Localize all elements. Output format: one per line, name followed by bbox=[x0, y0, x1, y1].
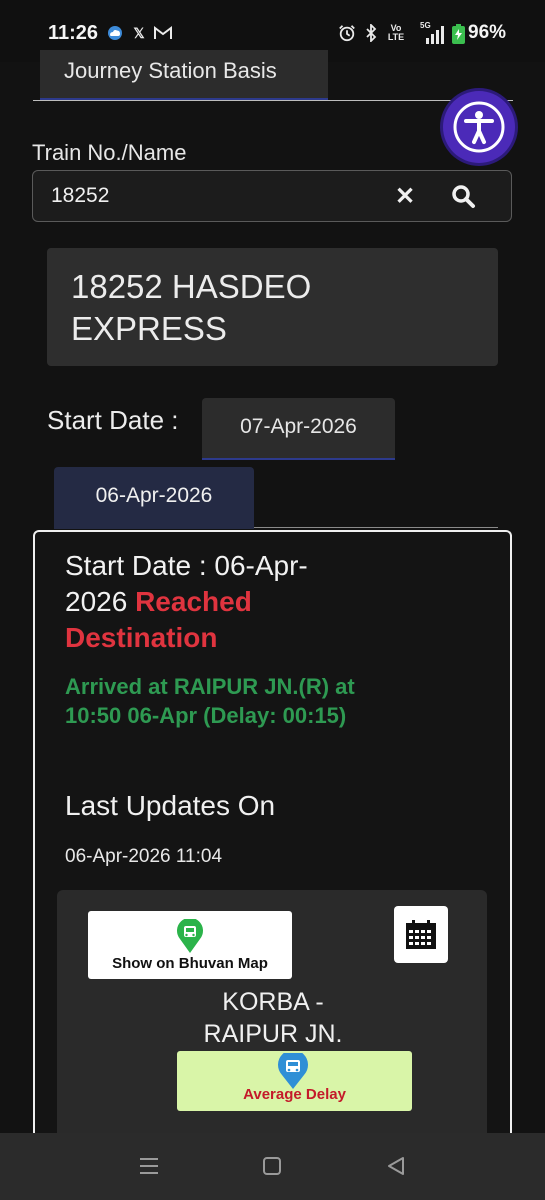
bluetooth-icon bbox=[362, 24, 380, 42]
accessibility-icon bbox=[453, 101, 505, 153]
train-search-input[interactable] bbox=[49, 183, 373, 209]
last-updates-label: Last Updates On bbox=[65, 790, 276, 821]
accessibility-button[interactable] bbox=[443, 91, 515, 163]
tab-date-06-apr[interactable]: 06-Apr-2026 bbox=[54, 467, 254, 529]
show-on-bhuvan-map-button[interactable]: Show on Bhuvan Map bbox=[88, 911, 292, 979]
train-search-field[interactable] bbox=[32, 170, 512, 222]
status-heading: Start Date : 06-Apr-2026 Reached Destina… bbox=[65, 548, 355, 656]
tab-divider bbox=[33, 100, 513, 101]
train-name-card: 18252 HASDEO EXPRESS bbox=[47, 248, 498, 366]
menu-icon[interactable] bbox=[136, 1153, 162, 1179]
map-pin-icon bbox=[278, 1053, 308, 1089]
date-tab-label: 06-Apr-2026 bbox=[95, 484, 213, 507]
calendar-button[interactable] bbox=[394, 906, 448, 963]
calendar-icon bbox=[406, 919, 436, 949]
bhuvan-map-label: Show on Bhuvan Map bbox=[112, 955, 268, 972]
volte-icon: Vo LTE bbox=[387, 23, 405, 42]
gmail-icon bbox=[154, 24, 172, 42]
last-updates-time: 06-Apr-2026 11:04 bbox=[65, 846, 223, 867]
date-tab-divider bbox=[254, 527, 498, 528]
battery-icon bbox=[452, 24, 465, 49]
map-pin-icon bbox=[177, 919, 203, 953]
search-icon[interactable] bbox=[450, 183, 478, 211]
train-input-label: Train No./Name bbox=[32, 140, 187, 165]
average-delay-button[interactable]: Average Delay bbox=[177, 1051, 412, 1111]
close-icon[interactable]: ✕ bbox=[393, 183, 417, 210]
train-name: 18252 HASDEO EXPRESS bbox=[71, 268, 312, 347]
date-tab-label: 07-Apr-2026 bbox=[240, 415, 357, 438]
start-date-label: Start Date : bbox=[47, 405, 179, 435]
tab-journey-station-basis[interactable]: Journey Station Basis bbox=[40, 50, 328, 100]
cloud-icon bbox=[106, 24, 124, 42]
tab-label: Journey Station Basis bbox=[64, 58, 277, 83]
x-icon: 𝕏 bbox=[133, 24, 145, 41]
route-text: KORBA - RAIPUR JN. bbox=[203, 988, 343, 1048]
signal-icon bbox=[422, 26, 446, 49]
back-icon[interactable] bbox=[383, 1153, 409, 1179]
average-delay-label: Average Delay bbox=[243, 1086, 346, 1103]
home-icon[interactable] bbox=[259, 1153, 285, 1179]
status-time: 11:26 bbox=[48, 22, 99, 44]
battery-percentage: 96% bbox=[468, 22, 507, 43]
alarm-icon bbox=[338, 24, 356, 42]
tab-date-07-apr[interactable]: 07-Apr-2026 bbox=[202, 398, 395, 460]
arrival-info: Arrived at RAIPUR JN.(R) at 10:50 06-Apr… bbox=[65, 674, 355, 728]
